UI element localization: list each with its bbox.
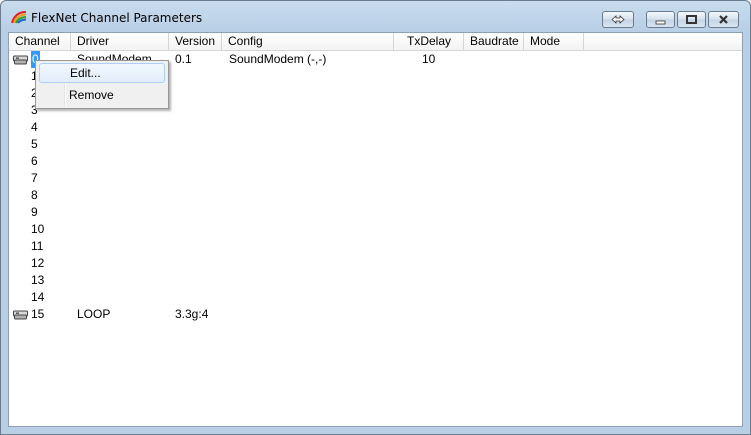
cell-channel: 13 xyxy=(31,273,45,287)
menu-item-remove[interactable]: Remove xyxy=(39,85,165,105)
table-row[interactable]: 4 xyxy=(9,119,742,136)
cell-channel: 10 xyxy=(31,222,45,236)
table-row[interactable]: 10 xyxy=(9,221,742,238)
table-row[interactable]: 7 xyxy=(9,170,742,187)
table-row[interactable]: 5 xyxy=(9,136,742,153)
cell-channel: 14 xyxy=(31,290,45,304)
column-header-txdelay[interactable]: TxDelay xyxy=(394,33,464,50)
title-bar[interactable]: FlexNet Channel Parameters xyxy=(1,1,750,32)
modem-icon xyxy=(13,310,28,320)
cell-channel: 15 xyxy=(31,307,45,321)
menu-item-edit[interactable]: Edit... xyxy=(39,63,165,83)
rainbow-icon xyxy=(11,11,27,24)
column-header-baudrate[interactable]: Baudrate xyxy=(464,33,524,50)
table-row[interactable]: 8 xyxy=(9,187,742,204)
column-header-driver[interactable]: Driver xyxy=(71,33,169,50)
column-header-mode[interactable]: Mode xyxy=(524,33,584,50)
cell-config: SoundModem (-,-) xyxy=(229,52,327,66)
column-header-channel[interactable]: Channel xyxy=(9,33,71,50)
cell-driver: LOOP xyxy=(77,307,111,321)
cell-channel: 5 xyxy=(31,137,38,151)
table-row[interactable]: 15 LOOP 3.3g:4 xyxy=(9,306,742,323)
table-row[interactable]: 11 xyxy=(9,238,742,255)
table-row[interactable]: 14 xyxy=(9,289,742,306)
cell-channel: 7 xyxy=(31,171,38,185)
column-header-version[interactable]: Version xyxy=(169,33,222,50)
column-header-config[interactable]: Config xyxy=(222,33,394,50)
modem-icon xyxy=(13,55,28,65)
cell-channel: 9 xyxy=(31,205,38,219)
cell-channel: 4 xyxy=(31,120,38,134)
minimize-icon xyxy=(655,20,666,25)
table-row[interactable]: 9 xyxy=(9,204,742,221)
cell-txdelay: 10 xyxy=(422,52,436,66)
cell-channel: 12 xyxy=(31,256,45,270)
cell-channel: 6 xyxy=(31,154,38,168)
close-button[interactable] xyxy=(708,11,739,28)
restore-button[interactable] xyxy=(602,11,634,28)
table-row[interactable]: 13 xyxy=(9,272,742,289)
maximize-icon xyxy=(686,15,697,24)
context-menu: Edit... Remove xyxy=(35,60,169,109)
double-arrow-icon xyxy=(611,15,625,24)
maximize-button[interactable] xyxy=(677,11,706,28)
cell-version: 0.1 xyxy=(175,52,192,66)
channel-list[interactable]: Channel Driver Version Config TxDelay Ba… xyxy=(8,32,743,427)
cell-channel: 8 xyxy=(31,188,38,202)
main-window: FlexNet Channel Parameters Channel Drive… xyxy=(0,0,751,435)
table-row[interactable]: 12 xyxy=(9,255,742,272)
table-row[interactable]: 6 xyxy=(9,153,742,170)
window-title: FlexNet Channel Parameters xyxy=(31,11,203,25)
cell-channel: 11 xyxy=(31,239,44,253)
minimize-button[interactable] xyxy=(646,11,675,28)
list-header: Channel Driver Version Config TxDelay Ba… xyxy=(9,33,742,51)
cell-version: 3.3g:4 xyxy=(175,307,209,321)
close-icon xyxy=(719,15,728,24)
